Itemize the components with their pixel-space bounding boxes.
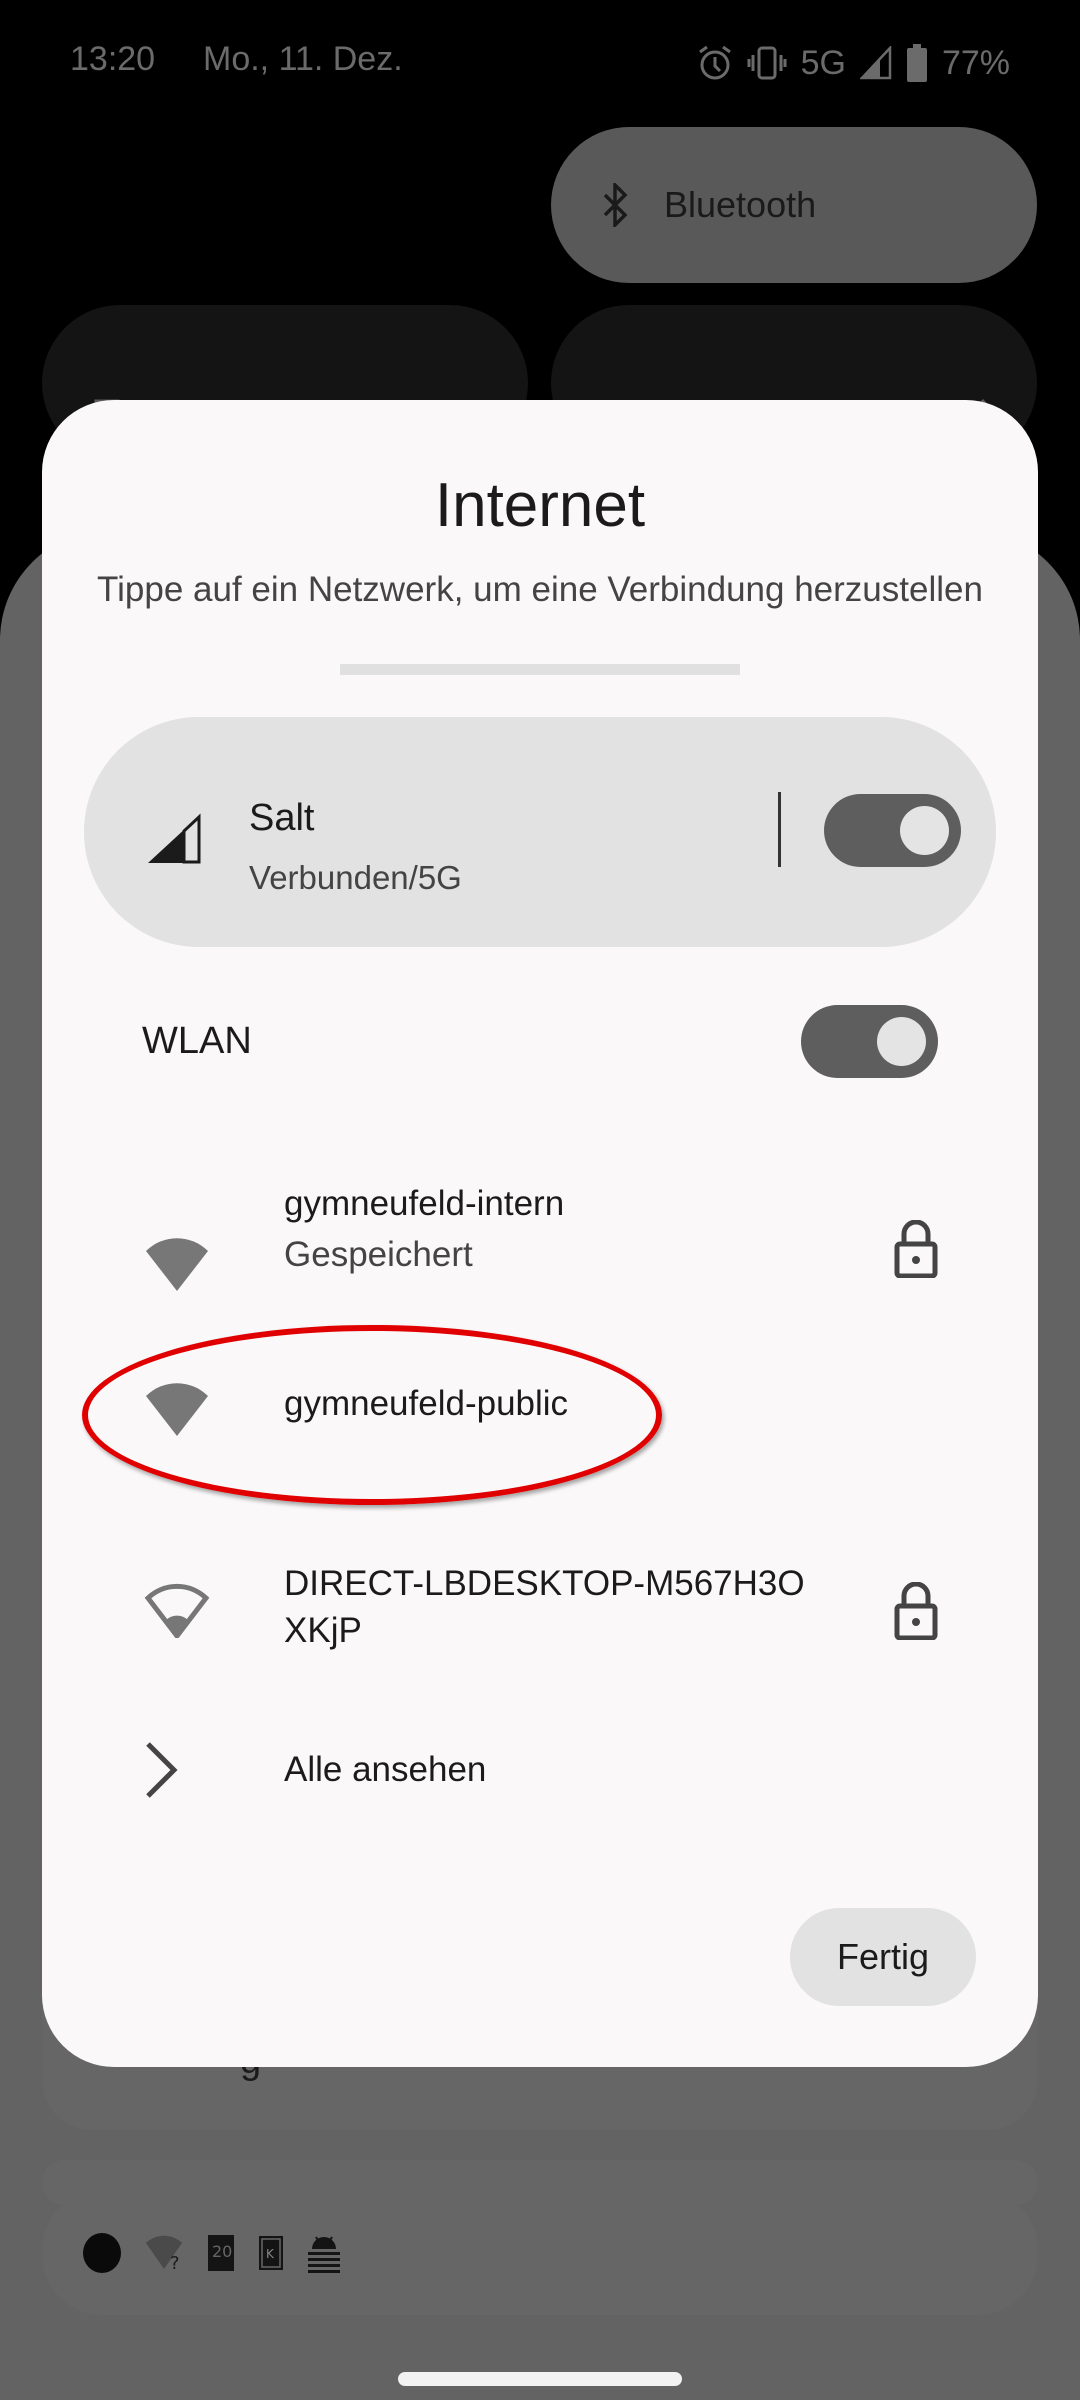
status-icons: 5G 77% <box>697 40 1010 86</box>
20-minutes-icon: 20 <box>206 2233 236 2278</box>
network-type-label: 5G <box>800 43 846 82</box>
svg-text:K: K <box>266 2247 275 2261</box>
dialog-divider <box>340 664 740 675</box>
status-date: Mo., 11. Dez. <box>203 40 403 78</box>
svg-text:20: 20 <box>212 2242 232 2261</box>
carrier-status: Verbunden/5G <box>249 859 462 896</box>
wifi-weak-icon <box>144 1582 210 1643</box>
battery-percent: 77% <box>941 43 1010 82</box>
wifi-full-icon <box>144 1235 210 1296</box>
chevron-right-icon <box>144 1742 180 1803</box>
alarm-icon <box>697 43 733 83</box>
status-time: 13:20 <box>70 40 156 78</box>
gesture-navigation-bar[interactable] <box>398 2372 682 2386</box>
circle-app-icon <box>82 2232 122 2279</box>
wifi-network-item[interactable]: gymneufeld-public <box>84 1380 996 1480</box>
carrier-name: Salt <box>249 797 315 839</box>
wifi-full-icon <box>144 1380 210 1441</box>
wifi-network-item[interactable]: gymneufeld-intern Gespeichert <box>84 1180 996 1320</box>
wlan-toggle[interactable] <box>801 1005 938 1078</box>
dialog-subtitle: Tippe auf ein Netzwerk, um eine Verbindu… <box>97 570 983 609</box>
vibrate-icon <box>747 45 787 81</box>
notification-icons: ? 20 K <box>82 2232 342 2279</box>
done-button[interactable]: Fertig <box>790 1908 976 2006</box>
mobile-network-card[interactable]: Salt Verbunden/5G <box>84 717 996 947</box>
internet-dialog: Internet Tippe auf ein Netzwerk, um eine… <box>42 400 1038 2067</box>
toggle-knob <box>877 1017 926 1066</box>
vertical-divider <box>778 792 781 867</box>
see-all-label: Alle ansehen <box>284 1750 487 1789</box>
network-status: Gespeichert <box>284 1235 473 1274</box>
network-name: gymneufeld-public <box>284 1384 569 1423</box>
wifi-network-item[interactable]: DIRECT-LBDESKTOP-M567H3O XKjP <box>84 1560 996 1680</box>
cell-signal-icon <box>146 813 202 870</box>
battery-icon <box>906 43 928 83</box>
dialog-title: Internet <box>434 471 646 540</box>
network-name: gymneufeld-intern <box>284 1184 565 1223</box>
see-all-networks-link[interactable]: Alle ansehen <box>84 1740 996 1810</box>
wlan-label: WLAN <box>142 1020 252 1062</box>
bluetooth-icon <box>596 183 636 227</box>
k-app-icon: K <box>258 2235 284 2276</box>
status-bar: 13:20 Mo., 11. Dez. 5G 77% <box>0 0 1080 120</box>
network-name: DIRECT-LBDESKTOP-M567H3O XKjP <box>284 1564 805 1650</box>
toggle-knob <box>900 806 949 855</box>
wifi-unknown-icon: ? <box>144 2233 184 2278</box>
tile-bluetooth[interactable]: Bluetooth <box>551 127 1037 283</box>
lock-icon <box>894 1581 938 1645</box>
signal-icon <box>859 46 892 80</box>
android-app-icon <box>306 2233 342 2278</box>
mobile-data-toggle[interactable] <box>824 794 961 867</box>
svg-text:?: ? <box>170 2253 180 2273</box>
lock-icon <box>894 1219 938 1283</box>
tile-label: Bluetooth <box>664 184 817 225</box>
